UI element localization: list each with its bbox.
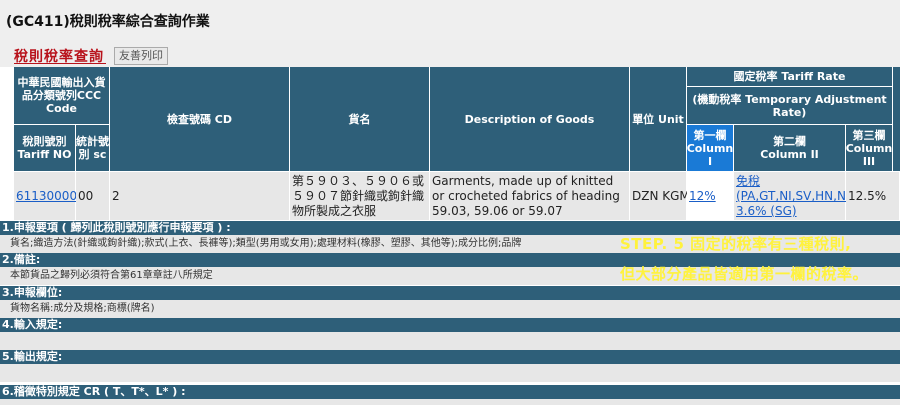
instruction-callout-line-2: 但大部分產品皆適用第一欄的稅率。 bbox=[620, 265, 869, 283]
column-2-header: 第二欄 Column II bbox=[734, 125, 846, 172]
column-2-header-text: Column II bbox=[760, 148, 819, 161]
column-2-rate-line-3[interactable]: 3.6% (SG) bbox=[736, 204, 797, 218]
table-row-goods-name: 第５９０３、５９０６或５９０７節針織或鉤針織物所製成之衣服 bbox=[290, 172, 430, 220]
section-3-body: 貨物名稱:成分及規格;商標(牌名) bbox=[0, 300, 900, 318]
column-3-header: 第三欄 Column III bbox=[846, 125, 893, 172]
section-title-underline bbox=[14, 63, 106, 64]
column-3-header-number: III bbox=[862, 154, 876, 168]
section-6-title: 6.稽徵特別規定 CR ( T、T*、L* ) : bbox=[0, 385, 900, 399]
description-header: Description of Goods bbox=[430, 67, 630, 172]
column-2-header-label: 第二欄 bbox=[773, 135, 806, 148]
table-row-stat-no: 00 bbox=[76, 172, 110, 220]
section-5-body bbox=[0, 364, 900, 382]
header-edge bbox=[893, 67, 900, 172]
print-friendly-button[interactable]: 友善列印 bbox=[114, 47, 168, 65]
table-row-unit: DZN KGM bbox=[630, 172, 690, 220]
tariff-rate-header: 國定稅率 Tariff Rate bbox=[687, 67, 893, 87]
cd-header: 檢查號碼 CD bbox=[110, 67, 290, 172]
table-row-tariff-no[interactable]: 61130000 bbox=[14, 172, 77, 220]
instruction-callout-line-1: STEP. 5 固定的稅率有三種稅則, bbox=[620, 235, 852, 253]
table-row-cd: 2 bbox=[110, 172, 290, 220]
column-1-rate-link[interactable]: 12% bbox=[689, 189, 716, 203]
section-4-body bbox=[0, 332, 900, 350]
tariff-no-header: 稅則號別 Tariff NO bbox=[14, 125, 76, 172]
column-1-header-number: I bbox=[707, 154, 713, 168]
column-2-rate-line-2[interactable]: (PA,GT,NI,SV,HN,NZ) bbox=[736, 189, 859, 203]
unit-header: 單位 Unit bbox=[630, 67, 687, 172]
temporary-rate-header: (機動稅率 Temporary Adjustment Rate) bbox=[687, 87, 893, 125]
table-row-column-2[interactable]: 免稅 (PA,GT,NI,SV,HN,NZ) 3.6% (SG) bbox=[734, 172, 859, 220]
page-title: (GC411)稅則稅率綜合查詢作業 bbox=[6, 14, 210, 30]
table-row-column-3: 12.5% bbox=[846, 172, 900, 220]
tariff-no-link[interactable]: 61130000 bbox=[16, 189, 77, 203]
section-3-title: 3.申報欄位: bbox=[0, 286, 900, 300]
goods-name-header: 貨名 bbox=[290, 67, 430, 172]
ccc-code-header: 中華民國輸出入貨品分類號列CCC Code bbox=[14, 67, 110, 125]
stat-no-header: 統計號別 sc bbox=[76, 125, 110, 172]
table-row-description: Garments, made up of knitted or crochete… bbox=[430, 172, 630, 220]
column-1-header-label: 第一欄 bbox=[693, 128, 727, 142]
column-1-header-text: Column bbox=[686, 141, 734, 155]
table-row-column-1[interactable]: 12% bbox=[687, 172, 734, 220]
section-4-title: 4.輸入規定: bbox=[0, 318, 900, 332]
column-1-header: 第一欄 Column I bbox=[687, 125, 734, 172]
column-3-header-label: 第三欄 bbox=[852, 128, 886, 142]
section-6-body bbox=[0, 399, 900, 405]
section-5-title: 5.輸出規定: bbox=[0, 350, 900, 364]
window-title-bar: (GC411)稅則稅率綜合查詢作業 bbox=[0, 0, 900, 40]
column-3-header-text: Column bbox=[845, 141, 893, 155]
column-2-rate-line-1[interactable]: 免稅 bbox=[736, 174, 760, 188]
